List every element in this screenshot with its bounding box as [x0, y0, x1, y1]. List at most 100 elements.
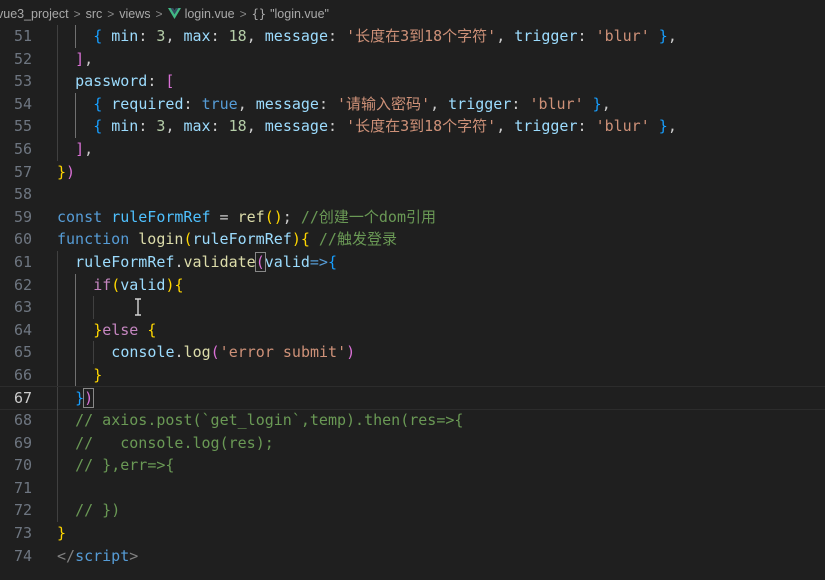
line-number[interactable]: 72 [0, 499, 32, 522]
line-number[interactable]: 56 [0, 138, 32, 161]
code-line[interactable]: 61 ruleFormRef.validate(valid=>{ [0, 250, 825, 274]
line-number[interactable]: 65 [0, 341, 32, 364]
code-token: const [57, 207, 112, 226]
code-line[interactable]: 53 password: [ [0, 70, 825, 93]
line-number[interactable]: 57 [0, 161, 32, 184]
code-line[interactable]: 51 { min: 3, max: 18, message: '长度在3到18个字… [0, 25, 825, 48]
line-number[interactable]: 55 [0, 115, 32, 138]
code-text: } [57, 522, 66, 545]
indent-guide [57, 363, 58, 387]
code-token: } [93, 320, 103, 339]
code-token: ref [237, 207, 265, 226]
breadcrumb-item-src[interactable]: src [86, 7, 103, 21]
breadcrumb-separator: > [73, 7, 81, 21]
code-line[interactable]: 60 function login(ruleFormRef){ //触发登录 [0, 228, 825, 251]
line-number[interactable]: 60 [0, 228, 32, 251]
code-token: , [430, 94, 449, 113]
code-text: // axios.post(`get_login`,temp).then(res… [75, 409, 463, 432]
line-number[interactable]: 73 [0, 522, 32, 545]
code-token: ; [282, 207, 301, 226]
code-token: () [264, 207, 283, 226]
indent-guide [57, 92, 58, 116]
code-line[interactable]: 63 [0, 296, 825, 319]
code-token: '请输入密码' [337, 94, 431, 113]
code-text: ], [75, 48, 93, 71]
code-line[interactable]: 73} [0, 522, 825, 545]
code-token: { [93, 117, 112, 136]
code-token: //创建一个dom引用 [300, 207, 436, 226]
code-token: ( [111, 275, 121, 294]
code-token: max [183, 27, 211, 45]
code-line[interactable]: 52], [0, 47, 825, 71]
line-number[interactable]: 71 [0, 477, 32, 500]
breadcrumb-item-file[interactable]: login.vue [167, 7, 235, 21]
indent-guide [57, 454, 58, 477]
indent-guide [93, 341, 95, 364]
code-token: min [111, 117, 139, 136]
line-number[interactable]: 69 [0, 432, 32, 455]
line-number[interactable]: 51 [0, 25, 32, 48]
line-number[interactable]: 70 [0, 454, 32, 477]
line-number[interactable]: 52 [0, 48, 32, 71]
code-line[interactable]: 66} [0, 363, 825, 387]
indent-guide [57, 499, 58, 523]
code-line[interactable]: 56], [0, 137, 825, 161]
code-line[interactable]: 74 </script> [0, 545, 825, 568]
code-text: </script> [57, 545, 138, 568]
code-text: if(valid){ [93, 274, 183, 297]
code-token: : [147, 72, 166, 91]
line-number[interactable]: 64 [0, 319, 32, 342]
code-line[interactable]: 58 [0, 183, 825, 206]
code-token: } [658, 27, 668, 45]
line-number[interactable]: 66 [0, 364, 32, 387]
indent-guide [57, 47, 58, 71]
line-number[interactable]: 58 [0, 183, 32, 206]
code-line[interactable]: 67}) [0, 385, 825, 411]
breadcrumb-separator: > [155, 7, 163, 21]
code-token: '长度在3到18个字符' [346, 117, 497, 136]
code-editor[interactable]: 51 { min: 3, max: 18, message: '长度在3到18个字… [0, 25, 825, 567]
code-text: { required: true, message: '请输入密码', trig… [93, 93, 611, 116]
code-token: , [601, 94, 611, 113]
code-text: ruleFormRef.validate(valid=>{ [75, 251, 337, 274]
code-token: login [138, 230, 184, 249]
code-line[interactable]: 55 { min: 3, max: 18, message: '长度在3到18个字… [0, 115, 825, 138]
code-text: // console.log(res); [75, 432, 274, 455]
code-line[interactable]: 68 // axios.post(`get_login`,temp).then(r… [0, 409, 825, 432]
indent-guide [75, 115, 77, 138]
line-number[interactable]: 63 [0, 296, 32, 319]
line-number[interactable]: 53 [0, 70, 32, 93]
code-token: 18 [228, 117, 247, 136]
line-number[interactable]: 61 [0, 251, 32, 274]
line-number[interactable]: 68 [0, 409, 32, 432]
line-number[interactable]: 67 [0, 387, 32, 410]
code-token: // axios.post(`get_login`,temp).then(res… [75, 411, 464, 430]
code-line[interactable]: 69 // console.log(res); [0, 431, 825, 455]
code-line[interactable]: 54 { required: true, message: '请输入密码', tr… [0, 92, 825, 116]
code-token: ) [83, 387, 95, 408]
line-number[interactable]: 59 [0, 206, 32, 229]
breadcrumb-item-symbol[interactable]: {} "login.vue" [252, 7, 329, 21]
breadcrumb-item-views[interactable]: views [119, 7, 150, 21]
code-line[interactable]: 59 const ruleFormRef = ref(); //创建一个dom引用 [0, 206, 825, 229]
code-line[interactable]: 57}) [0, 161, 825, 184]
code-token: , [84, 49, 94, 68]
line-number[interactable]: 62 [0, 274, 32, 297]
breadcrumb-item-project[interactable]: vue3_project [0, 7, 69, 21]
line-number[interactable]: 54 [0, 93, 32, 116]
code-line[interactable]: 65 console.log('error submit') [0, 341, 825, 364]
code-line[interactable]: 70 // },err=>{ [0, 454, 825, 477]
code-token: 'blur' [595, 27, 650, 45]
code-line[interactable]: 62 if(valid){ [0, 273, 825, 297]
code-token: // },err=>{ [75, 456, 175, 475]
code-token: min [111, 27, 139, 45]
indent-guide [57, 250, 58, 274]
line-number[interactable]: 74 [0, 545, 32, 568]
code-line[interactable]: 72 // }) [0, 499, 825, 523]
code-line[interactable]: 71 [0, 476, 825, 500]
code-token: log [183, 343, 211, 362]
code-token: ] [75, 49, 85, 68]
code-line[interactable]: 64}else { [0, 318, 825, 342]
